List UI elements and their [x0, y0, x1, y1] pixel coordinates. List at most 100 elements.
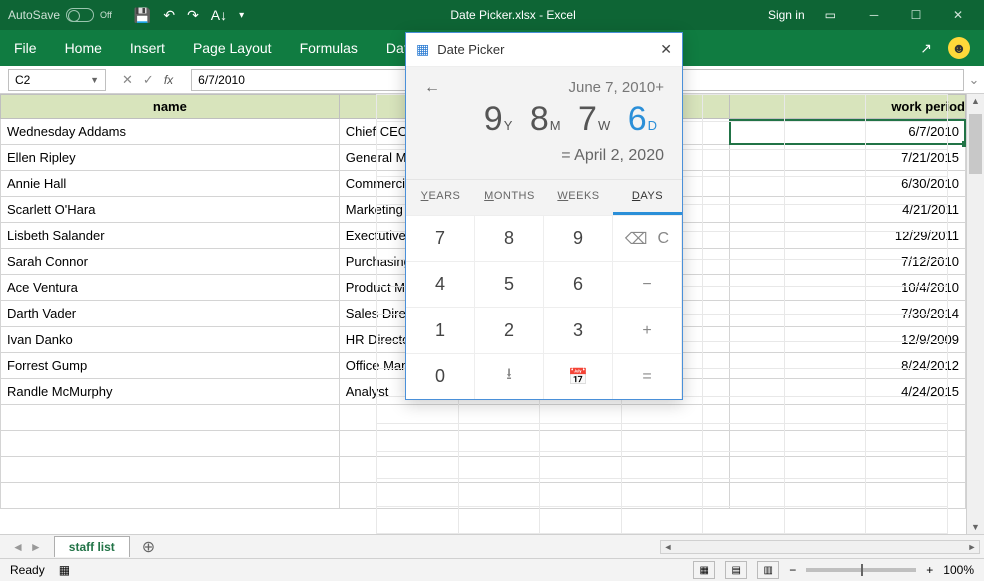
empty-cell[interactable] — [703, 287, 785, 314]
empty-cell[interactable] — [703, 369, 785, 396]
normal-view-button[interactable]: ▦ — [693, 561, 715, 579]
cell-name[interactable]: Ace Ventura — [1, 275, 340, 301]
empty-cell[interactable] — [784, 232, 866, 259]
digit-4-key[interactable]: 4 — [406, 261, 475, 307]
sheet-tab-active[interactable]: staff list — [54, 536, 130, 557]
maximize-button[interactable]: ☐ — [898, 3, 934, 27]
minimize-button[interactable]: ─ — [856, 3, 892, 27]
empty-cell[interactable] — [540, 396, 622, 423]
empty-cell[interactable] — [866, 424, 948, 451]
empty-cell[interactable] — [540, 424, 622, 451]
insert-key[interactable]: ⭳ — [475, 353, 544, 399]
ribbon-tab-home[interactable]: Home — [51, 30, 116, 66]
empty-cell[interactable] — [703, 95, 785, 122]
page-layout-view-button[interactable]: ▤ — [725, 561, 747, 579]
cell-name[interactable]: Annie Hall — [1, 171, 340, 197]
back-icon[interactable]: ← — [424, 79, 440, 97]
empty-cell[interactable] — [784, 314, 866, 341]
empty-cell[interactable] — [703, 259, 785, 286]
empty-cell[interactable] — [866, 451, 948, 478]
digit-8-key[interactable]: 8 — [475, 215, 544, 261]
close-button[interactable]: ✕ — [940, 3, 976, 27]
empty-cell[interactable] — [784, 122, 866, 149]
backspace-clear-key[interactable]: ⌫C — [613, 215, 682, 261]
empty-cell[interactable] — [540, 479, 622, 506]
cancel-icon[interactable]: ✕ — [122, 72, 133, 88]
empty-cell[interactable] — [866, 314, 948, 341]
ribbon-tab-page-layout[interactable]: Page Layout — [179, 30, 286, 66]
empty-cell[interactable] — [621, 451, 703, 478]
empty-cell[interactable] — [703, 451, 785, 478]
sort-icon[interactable]: A↓ — [211, 7, 227, 23]
empty-cell[interactable] — [621, 424, 703, 451]
digit-0-key[interactable]: 0 — [406, 353, 475, 399]
empty-cell[interactable] — [866, 341, 948, 368]
scroll-down-icon[interactable]: ▼ — [967, 522, 984, 532]
tab-next-icon[interactable]: ► — [30, 540, 42, 554]
empty-cell[interactable] — [784, 149, 866, 176]
empty-cell[interactable] — [703, 506, 785, 533]
plus-key[interactable]: + — [613, 307, 682, 353]
cell-name[interactable]: Lisbeth Salander — [1, 223, 340, 249]
ribbon-tab-file[interactable]: File — [0, 30, 51, 66]
empty-cell[interactable] — [458, 506, 540, 533]
redo-icon[interactable]: ↷ — [187, 7, 199, 24]
empty-cell[interactable] — [866, 506, 948, 533]
empty-cell[interactable] — [377, 451, 459, 478]
share-icon[interactable]: ↗ — [920, 40, 932, 57]
scroll-up-icon[interactable]: ▲ — [967, 96, 984, 106]
ribbon-tab-insert[interactable]: Insert — [116, 30, 179, 66]
empty-cell[interactable] — [866, 122, 948, 149]
cell-name[interactable]: Randle McMurphy — [1, 379, 340, 405]
digit-2-key[interactable]: 2 — [475, 307, 544, 353]
unit-tab-days[interactable]: DAYS — [613, 180, 682, 215]
macro-record-icon[interactable]: ▦ — [59, 563, 70, 577]
empty-cell[interactable] — [458, 424, 540, 451]
digit-9-key[interactable]: 9 — [544, 215, 613, 261]
empty-cell[interactable] — [784, 204, 866, 231]
add-sheet-button[interactable]: ⊕ — [130, 537, 167, 557]
empty-cell[interactable] — [1, 457, 340, 483]
empty-cell[interactable] — [784, 177, 866, 204]
empty-cell[interactable] — [703, 424, 785, 451]
empty-cell[interactable] — [866, 177, 948, 204]
scroll-thumb[interactable] — [969, 114, 982, 174]
close-icon[interactable]: ✕ — [660, 41, 672, 58]
cell-name[interactable]: Ellen Ripley — [1, 145, 340, 171]
fx-icon[interactable]: fx — [164, 73, 181, 87]
empty-cell[interactable] — [703, 122, 785, 149]
minus-key[interactable]: − — [613, 261, 682, 307]
empty-cell[interactable] — [866, 204, 948, 231]
empty-cell[interactable] — [703, 479, 785, 506]
empty-cell[interactable] — [621, 396, 703, 423]
zoom-in-button[interactable]: + — [926, 563, 933, 577]
cell-name[interactable]: Forrest Gump — [1, 353, 340, 379]
empty-cell[interactable] — [866, 287, 948, 314]
cell-name[interactable]: Sarah Connor — [1, 249, 340, 275]
empty-cell[interactable] — [377, 424, 459, 451]
empty-cell[interactable] — [866, 259, 948, 286]
expand-formula-icon[interactable]: ⌄ — [964, 72, 984, 88]
empty-cell[interactable] — [703, 232, 785, 259]
cell-name[interactable]: Ivan Danko — [1, 327, 340, 353]
equals-key[interactable]: = — [613, 353, 682, 399]
vertical-scrollbar[interactable]: ▲ ▼ — [966, 94, 984, 534]
scroll-right-icon[interactable]: ► — [965, 542, 979, 552]
empty-cell[interactable] — [458, 451, 540, 478]
empty-cell[interactable] — [866, 232, 948, 259]
unit-tab-months[interactable]: MONTHS — [475, 180, 544, 215]
empty-cell[interactable] — [377, 506, 459, 533]
customize-qat-icon[interactable]: ▾ — [239, 10, 244, 21]
empty-cell[interactable] — [1, 483, 340, 509]
scroll-left-icon[interactable]: ◄ — [661, 542, 675, 552]
empty-cell[interactable] — [784, 369, 866, 396]
feedback-icon[interactable]: ☻ — [948, 37, 970, 59]
digit-7-key[interactable]: 7 — [406, 215, 475, 261]
column-header[interactable]: name — [1, 95, 340, 119]
empty-cell[interactable] — [866, 369, 948, 396]
empty-cell[interactable] — [1, 405, 340, 431]
chevron-down-icon[interactable]: ▼ — [90, 75, 99, 85]
calendar-key[interactable]: 📅 — [544, 353, 613, 399]
empty-cell[interactable] — [703, 396, 785, 423]
name-box[interactable]: C2 ▼ — [8, 69, 106, 91]
